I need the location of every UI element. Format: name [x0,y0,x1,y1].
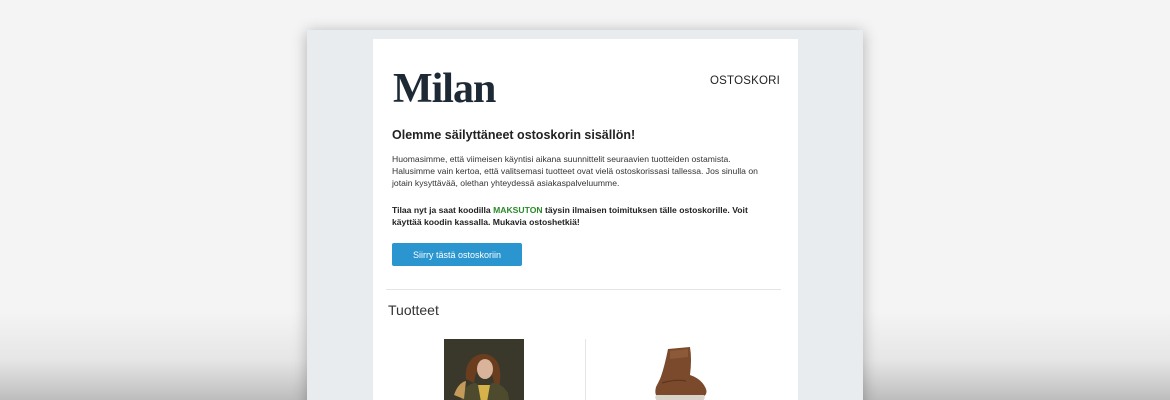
brown-boot-photo [650,339,710,400]
offer-prefix: Tilaa nyt ja saat koodilla [392,205,494,215]
body-line: jotain kysyttävää, olethan yhteydessä as… [392,178,620,188]
email-card: Milan OSTOSKORI Olemme säilyttäneet osto… [373,39,798,400]
jacket-model-photo [444,339,524,400]
email-preview-frame: Milan OSTOSKORI Olemme säilyttäneet osto… [307,30,863,400]
offer-text: Tilaa nyt ja saat koodilla MAKSUTON täys… [392,204,770,228]
offer-code: MAKSUTON [493,205,543,215]
products-title: Tuotteet [388,302,439,318]
product-image-jacket[interactable] [444,339,524,400]
body-line: Huomasimme, että viimeisen käyntisi aika… [392,154,731,164]
brand-logo[interactable]: Milan [393,67,496,111]
body-line: Halusimme vain kertoa, että valitsemasi … [392,166,758,176]
email-body: Huomasimme, että viimeisen käyntisi aika… [392,153,770,189]
product-image-boot[interactable] [650,339,710,400]
go-to-cart-button[interactable]: Siirry tästä ostoskoriin [392,243,522,266]
cart-link[interactable]: OSTOSKORI [710,75,780,87]
product-column-divider [585,339,586,400]
email-headline: Olemme säilyttäneet ostoskorin sisällön! [392,128,636,142]
section-divider [386,289,781,290]
